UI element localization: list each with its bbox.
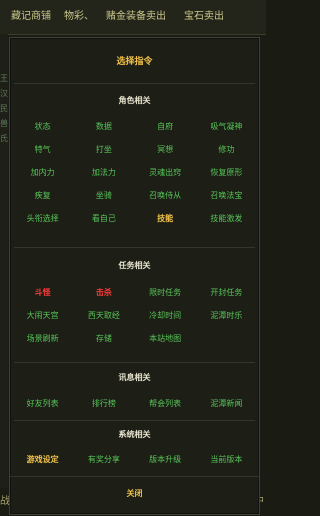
cmd-kill-button[interactable]: 击杀 bbox=[73, 281, 134, 304]
cmd-meditate-button[interactable]: 打坐 bbox=[73, 138, 134, 161]
divider bbox=[14, 247, 255, 248]
section-title-character: 角色相关 bbox=[118, 96, 151, 105]
cmd-contemplate-button[interactable]: 冥想 bbox=[135, 138, 196, 161]
cmd-add-mana-button[interactable]: 加法力 bbox=[73, 161, 134, 184]
message-commands-grid: 好友列表 排行榜 帮会列表 泥潭新闻 bbox=[12, 392, 257, 415]
divider bbox=[14, 420, 255, 421]
tab-sell-equipment[interactable]: 赌金装备卖出 bbox=[100, 8, 172, 26]
cmd-data-button[interactable]: 数据 bbox=[73, 115, 134, 138]
cmd-title-select-button[interactable]: 头衔选择 bbox=[12, 207, 73, 230]
cmd-havoc-heaven-button[interactable]: 大闹天宫 bbox=[12, 304, 73, 327]
cmd-add-inner-power-button[interactable]: 加内力 bbox=[12, 161, 73, 184]
cmd-mount-button[interactable]: 坐骑 bbox=[73, 184, 134, 207]
grid-row: 状态 数据 自府 吸气凝神 bbox=[12, 115, 257, 138]
section-title-tasks: 任务相关 bbox=[118, 261, 151, 270]
dialog-title: 选择指令 bbox=[116, 57, 153, 67]
cmd-skills-button[interactable]: 技能 bbox=[135, 207, 196, 230]
divider bbox=[14, 83, 255, 84]
cmd-status-button[interactable]: 状态 bbox=[12, 115, 73, 138]
grid-row: 大闹天宫 西天取经 冷却时间 泥潭时乐 bbox=[12, 304, 257, 327]
section-title-messages: 讯息相关 bbox=[118, 373, 151, 382]
cmd-current-version-button[interactable]: 当前版本 bbox=[196, 448, 257, 471]
tab-shop[interactable]: 藏记商铺 bbox=[6, 8, 56, 26]
cmd-version-upgrade-button[interactable]: 版本升级 bbox=[135, 448, 196, 471]
grid-row: 场景刷新 存储 本站地图 bbox=[12, 327, 257, 350]
empty-cell bbox=[196, 327, 257, 350]
character-commands-grid: 状态 数据 自府 吸气凝神 特气 打坐 冥想 修功 加内力 加法力 灵魂出窍 恢… bbox=[12, 115, 257, 230]
cmd-cooldown-button[interactable]: 冷却时间 bbox=[135, 304, 196, 327]
cmd-soul-leave-button[interactable]: 灵魂出窍 bbox=[135, 161, 196, 184]
cmd-focus-button[interactable]: 吸气凝神 bbox=[196, 115, 257, 138]
close-button[interactable]: 关闭 bbox=[10, 485, 259, 503]
cmd-skill-activate-button[interactable]: 技能激发 bbox=[196, 207, 257, 230]
cmd-fight-monster-button[interactable]: 斗怪 bbox=[12, 281, 73, 304]
background-sidebar: 王 汉 民 兽 氏 bbox=[0, 34, 8, 516]
cmd-train-button[interactable]: 修功 bbox=[196, 138, 257, 161]
side-text-3: 民 bbox=[0, 104, 8, 113]
cmd-special-qi-button[interactable]: 特气 bbox=[12, 138, 73, 161]
grid-row: 加内力 加法力 灵魂出窍 恢复原形 bbox=[12, 161, 257, 184]
side-text-1: 王 bbox=[0, 74, 8, 83]
cmd-view-self-button[interactable]: 看自己 bbox=[73, 207, 134, 230]
cmd-friend-list-button[interactable]: 好友列表 bbox=[12, 392, 73, 415]
system-commands-grid: 游戏设定 有奖分享 版本升级 当前版本 bbox=[12, 448, 257, 471]
grid-row: 特气 打坐 冥想 修功 bbox=[12, 138, 257, 161]
cmd-home-button[interactable]: 自府 bbox=[135, 115, 196, 138]
grid-row: 好友列表 排行榜 帮会列表 泥潭新闻 bbox=[12, 392, 257, 415]
grid-row: 疾复 坐骑 召唤侍从 召唤法宝 bbox=[12, 184, 257, 207]
cmd-reward-share-button[interactable]: 有奖分享 bbox=[73, 448, 134, 471]
command-menu-dialog: 选择指令 角色相关 状态 数据 自府 吸气凝神 特气 打坐 冥想 修功 加内力 … bbox=[9, 37, 260, 515]
background-tab-bar: 藏记商铺 物彩、 赌金装备卖出 宝石卖出 bbox=[0, 0, 266, 35]
side-text-4: 兽 bbox=[0, 119, 8, 128]
cmd-kaifeng-task-button[interactable]: 开封任务 bbox=[196, 281, 257, 304]
side-text-5: 氏 bbox=[0, 134, 8, 143]
task-commands-grid: 斗怪 击杀 限时任务 开封任务 大闹天宫 西天取经 冷却时间 泥潭时乐 场景刷新… bbox=[12, 281, 257, 350]
cmd-guild-list-button[interactable]: 帮会列表 bbox=[135, 392, 196, 415]
side-text-2: 汉 bbox=[0, 89, 8, 98]
cmd-restore-form-button[interactable]: 恢复原形 bbox=[196, 161, 257, 184]
cmd-swamp-time-button[interactable]: 泥潭时乐 bbox=[196, 304, 257, 327]
divider bbox=[14, 362, 255, 363]
cmd-summon-servant-button[interactable]: 召唤侍从 bbox=[135, 184, 196, 207]
cmd-leaderboard-button[interactable]: 排行榜 bbox=[73, 392, 134, 415]
cmd-timed-task-button[interactable]: 限时任务 bbox=[135, 281, 196, 304]
divider bbox=[10, 476, 259, 477]
grid-row: 斗怪 击杀 限时任务 开封任务 bbox=[12, 281, 257, 304]
grid-row: 头衔选择 看自己 技能 技能激发 bbox=[12, 207, 257, 230]
tab-items[interactable]: 物彩、 bbox=[62, 8, 96, 26]
cmd-recover-button[interactable]: 疾复 bbox=[12, 184, 73, 207]
section-title-system: 系统相关 bbox=[118, 430, 151, 439]
cmd-swamp-news-button[interactable]: 泥潭新闻 bbox=[196, 392, 257, 415]
cmd-scene-refresh-button[interactable]: 场景刷新 bbox=[12, 327, 73, 350]
cmd-local-map-button[interactable]: 本站地图 bbox=[135, 327, 196, 350]
cmd-game-settings-button[interactable]: 游戏设定 bbox=[12, 448, 73, 471]
cmd-summon-treasure-button[interactable]: 召唤法宝 bbox=[196, 184, 257, 207]
tab-sell-gems[interactable]: 宝石卖出 bbox=[178, 8, 230, 26]
grid-row: 游戏设定 有奖分享 版本升级 当前版本 bbox=[12, 448, 257, 471]
cmd-storage-button[interactable]: 存储 bbox=[73, 327, 134, 350]
cmd-journey-west-button[interactable]: 西天取经 bbox=[73, 304, 134, 327]
